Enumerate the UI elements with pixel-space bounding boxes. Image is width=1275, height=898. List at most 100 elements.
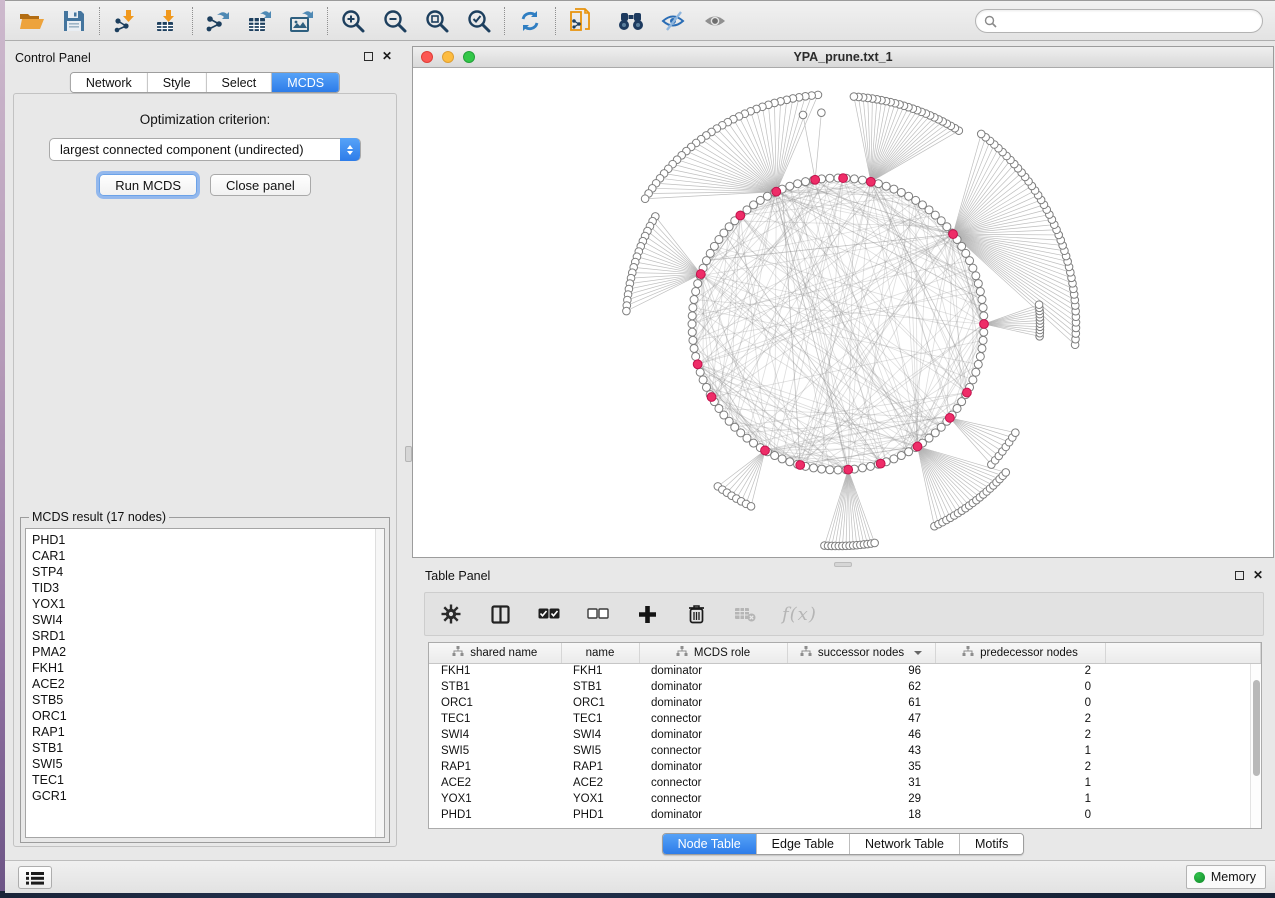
zoom-out-button[interactable]	[378, 5, 412, 37]
table-cell[interactable]: SWI5	[561, 743, 639, 759]
table-cell[interactable]: 61	[787, 695, 935, 711]
table-cell[interactable]: 2	[935, 711, 1105, 727]
table-cell[interactable]: dominator	[639, 695, 787, 711]
table-cell[interactable]: 18	[787, 807, 935, 823]
table-cell[interactable]: 0	[935, 807, 1105, 823]
table-cell[interactable]: ACE2	[429, 775, 561, 791]
optimization-criterion-select[interactable]: largest connected component (undirected)	[49, 138, 361, 161]
table-cell[interactable]: RAP1	[429, 759, 561, 775]
memory-button[interactable]: Memory	[1186, 865, 1266, 889]
network-canvas[interactable]	[413, 68, 1273, 557]
table-cell[interactable]: TEC1	[429, 711, 561, 727]
table-cell[interactable]: YOX1	[561, 791, 639, 807]
table-cell[interactable]: STB1	[561, 679, 639, 695]
table-cell[interactable]: 43	[787, 743, 935, 759]
splitter-grip[interactable]	[405, 446, 412, 462]
horizontal-splitter-grip[interactable]	[834, 562, 852, 567]
table-row[interactable]: STB1STB1dominator620	[429, 679, 1261, 695]
deselect-all-button[interactable]	[586, 602, 610, 626]
table-settings-button[interactable]	[439, 602, 463, 626]
table-row[interactable]: SWI4SWI4dominator462	[429, 727, 1261, 743]
mcds-result-item[interactable]: ORC1	[32, 708, 384, 724]
table-cell[interactable]: 31	[787, 775, 935, 791]
create-column-button[interactable]	[635, 602, 659, 626]
table-cell[interactable]: dominator	[639, 759, 787, 775]
table-cell[interactable]: 35	[787, 759, 935, 775]
mcds-result-item[interactable]: PHD1	[32, 532, 384, 548]
close-panel-button[interactable]: Close panel	[210, 174, 311, 196]
table-row[interactable]: TEC1TEC1connector472	[429, 711, 1261, 727]
table-cell[interactable]: 1	[935, 775, 1105, 791]
table-cell[interactable]: ORC1	[429, 695, 561, 711]
export-network-button[interactable]	[201, 5, 235, 37]
table-row[interactable]: RAP1RAP1dominator352	[429, 759, 1261, 775]
table-row[interactable]: ORC1ORC1dominator610	[429, 695, 1261, 711]
hide-selected-button[interactable]	[656, 5, 690, 37]
table-cell[interactable]: FKH1	[561, 663, 639, 679]
task-history-button[interactable]	[18, 866, 52, 889]
table-cell[interactable]: 2	[935, 759, 1105, 775]
open-file-button[interactable]	[15, 5, 49, 37]
mcds-result-item[interactable]: STB1	[32, 740, 384, 756]
sort-chevron-icon[interactable]	[914, 651, 922, 655]
table-cell[interactable]: SWI5	[429, 743, 561, 759]
mcds-result-item[interactable]: TID3	[32, 580, 384, 596]
tab-network-table[interactable]: Network Table	[850, 834, 960, 854]
table-cell[interactable]: 0	[935, 679, 1105, 695]
zoom-fit-button[interactable]	[420, 5, 454, 37]
column-header-MCDS-role[interactable]: MCDS role	[639, 643, 787, 663]
network-window-titlebar[interactable]: YPA_prune.txt_1	[413, 47, 1273, 68]
save-button[interactable]	[57, 5, 91, 37]
mcds-result-item[interactable]: ACE2	[32, 676, 384, 692]
select-all-button[interactable]	[537, 602, 561, 626]
table-cell[interactable]: TEC1	[561, 711, 639, 727]
table-cell[interactable]: 29	[787, 791, 935, 807]
table-row[interactable]: PHD1PHD1dominator180	[429, 807, 1261, 823]
table-row[interactable]: ACE2ACE2connector311	[429, 775, 1261, 791]
table-cell[interactable]: ORC1	[561, 695, 639, 711]
export-image-button[interactable]	[285, 5, 319, 37]
float-panel-icon[interactable]	[361, 49, 375, 63]
column-header-shared-name[interactable]: shared name	[429, 643, 561, 663]
table-cell[interactable]: PHD1	[429, 807, 561, 823]
tab-network[interactable]: Network	[71, 73, 148, 92]
table-cell[interactable]: 1	[935, 743, 1105, 759]
tab-select[interactable]: Select	[207, 73, 273, 92]
mcds-result-list[interactable]: PHD1CAR1STP4TID3YOX1SWI4SRD1PMA2FKH1ACE2…	[25, 528, 385, 838]
mcds-result-item[interactable]: CAR1	[32, 548, 384, 564]
table-cell[interactable]: 2	[935, 663, 1105, 679]
table-scrollbar-thumb[interactable]	[1253, 680, 1260, 776]
table-cell[interactable]: PHD1	[561, 807, 639, 823]
table-cell[interactable]: 47	[787, 711, 935, 727]
table-cell[interactable]: SWI4	[429, 727, 561, 743]
refresh-button[interactable]	[513, 5, 547, 37]
table-cell[interactable]: 0	[935, 695, 1105, 711]
mcds-result-item[interactable]: SRD1	[32, 628, 384, 644]
import-network-button[interactable]	[108, 5, 142, 37]
show-all-button[interactable]	[698, 5, 732, 37]
table-cell[interactable]: dominator	[639, 679, 787, 695]
tab-edge-table[interactable]: Edge Table	[757, 834, 850, 854]
network-search-field[interactable]	[975, 9, 1263, 33]
table-cell[interactable]: SWI4	[561, 727, 639, 743]
table-cell[interactable]: FKH1	[429, 663, 561, 679]
close-panel-icon[interactable]: ✕	[380, 49, 394, 63]
tab-motifs[interactable]: Motifs	[960, 834, 1023, 854]
mcds-result-item[interactable]: SWI4	[32, 612, 384, 628]
mcds-list-scrollbar[interactable]	[375, 529, 384, 837]
tab-node-table[interactable]: Node Table	[663, 834, 757, 854]
table-cell[interactable]: dominator	[639, 663, 787, 679]
window-minimize-icon[interactable]	[442, 51, 454, 63]
table-cell[interactable]: connector	[639, 711, 787, 727]
run-mcds-button[interactable]: Run MCDS	[99, 174, 197, 196]
mcds-result-item[interactable]: SWI5	[32, 756, 384, 772]
table-cell[interactable]: 1	[935, 791, 1105, 807]
tab-style[interactable]: Style	[148, 73, 207, 92]
zoom-selected-button[interactable]	[462, 5, 496, 37]
window-maximize-icon[interactable]	[463, 51, 475, 63]
table-cell[interactable]: 96	[787, 663, 935, 679]
window-close-icon[interactable]	[421, 51, 433, 63]
mcds-result-item[interactable]: STB5	[32, 692, 384, 708]
import-table-button[interactable]	[150, 5, 184, 37]
table-row[interactable]: FKH1FKH1dominator962	[429, 663, 1261, 679]
